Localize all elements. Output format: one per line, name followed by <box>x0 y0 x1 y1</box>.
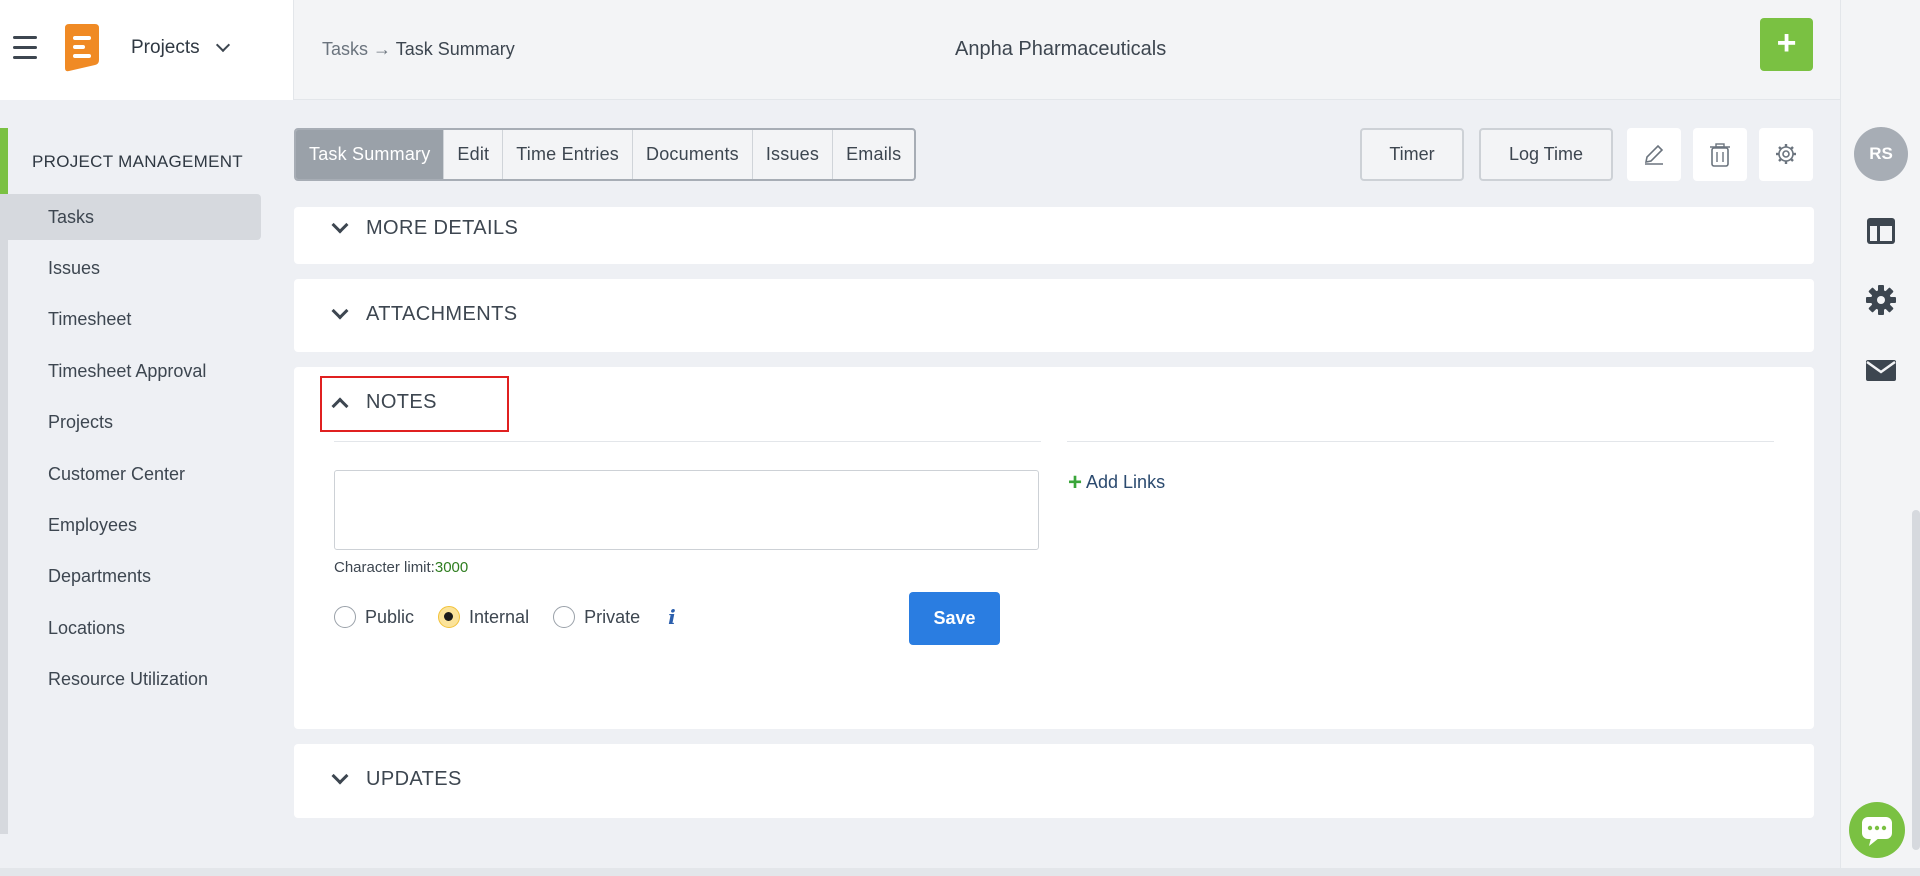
chevron-down-icon <box>331 767 349 785</box>
plus-icon: + <box>1068 468 1083 496</box>
more-details-header[interactable]: MORE DETAILS <box>331 216 519 240</box>
internal-radio[interactable] <box>438 606 461 628</box>
tab-emails[interactable]: Emails <box>833 130 914 179</box>
updates-header[interactable]: UPDATES <box>331 767 462 791</box>
settings-button[interactable] <box>1759 128 1813 181</box>
pencil-icon <box>1644 144 1664 165</box>
attachments-section: ATTACHMENTS <box>294 279 1814 352</box>
attachments-header[interactable]: ATTACHMENTS <box>331 302 518 326</box>
gear-icon[interactable] <box>1865 284 1897 316</box>
gear-outline-icon <box>1776 144 1796 164</box>
trash-icon <box>1710 143 1730 167</box>
notes-divider-right <box>1067 441 1774 442</box>
delete-button[interactable] <box>1693 128 1747 181</box>
public-radio[interactable] <box>334 606 356 628</box>
layout-icon[interactable] <box>1865 215 1897 247</box>
attachments-title: ATTACHMENTS <box>366 303 518 325</box>
more-details-title: MORE DETAILS <box>366 217 519 239</box>
project-switcher-label: Projects <box>131 37 200 58</box>
sidebar-item-employees[interactable]: Employees <box>8 502 261 548</box>
breadcrumb-current: Task Summary <box>395 39 515 59</box>
chevron-down-icon <box>331 302 349 320</box>
right-rail: RS <box>1840 0 1920 876</box>
info-icon[interactable]: i <box>668 605 676 629</box>
sidebar-item-customer-center[interactable]: Customer Center <box>8 451 261 497</box>
notes-textarea[interactable] <box>334 470 1039 550</box>
add-links-label: Add Links <box>1086 472 1166 492</box>
brand-area: Projects <box>0 0 294 100</box>
sidebar-item-projects[interactable]: Projects <box>8 399 261 445</box>
private-radio[interactable] <box>553 606 576 628</box>
notes-header-highlight <box>320 376 509 432</box>
tab-issues[interactable]: Issues <box>753 130 834 179</box>
hamburger-menu-icon[interactable] <box>13 36 37 62</box>
breadcrumb-arrow-icon: → <box>373 39 392 59</box>
updates-section: UPDATES <box>294 744 1814 818</box>
sidebar-item-departments[interactable]: Departments <box>8 553 261 599</box>
tab-time-entries[interactable]: Time Entries <box>503 130 634 179</box>
private-label: Private <box>584 606 641 627</box>
chevron-down-icon <box>215 37 230 53</box>
sidebar-item-locations[interactable]: Locations <box>8 605 261 651</box>
sidebar-item-resource-utilization[interactable]: Resource Utilization <box>8 656 261 702</box>
sidebar-heading[interactable]: PROJECT MANAGEMENT <box>32 152 243 172</box>
task-tabs: Task Summary Edit Time Entries Documents… <box>294 128 917 181</box>
timer-button[interactable]: Timer <box>1360 128 1464 181</box>
edit-button[interactable] <box>1627 128 1681 181</box>
chevron-down-icon <box>331 216 349 234</box>
sidebar-item-timesheet-approval[interactable]: Timesheet Approval <box>8 348 261 394</box>
chat-icon <box>1862 817 1892 846</box>
top-bar: Projects Tasks → Task Summary Anpha Phar… <box>0 0 1891 100</box>
project-switcher[interactable]: Projects <box>131 37 230 59</box>
updates-title: UPDATES <box>366 768 462 790</box>
add-links-link[interactable]: + Add Links <box>1068 468 1166 496</box>
breadcrumb: Tasks → Task Summary <box>322 39 515 60</box>
public-label: Public <box>365 606 415 627</box>
company-name: Anpha Pharmaceuticals <box>955 38 1167 60</box>
sidebar-track <box>0 194 8 834</box>
character-limit-value: 3000 <box>434 559 469 576</box>
log-time-button[interactable]: Log Time <box>1479 128 1613 181</box>
avatar[interactable]: RS <box>1854 127 1908 181</box>
app-logo <box>65 24 99 72</box>
character-limit-label: Character limit: <box>334 559 435 576</box>
breadcrumb-parent[interactable]: Tasks <box>322 39 368 59</box>
page-scrollbar[interactable] <box>1912 510 1920 850</box>
sidebar-item-tasks[interactable]: Tasks <box>8 194 261 240</box>
character-limit: Character limit:3000 <box>334 559 468 576</box>
tab-task-summary[interactable]: Task Summary <box>296 130 445 179</box>
sidebar-accent-bar <box>0 128 8 194</box>
tab-documents[interactable]: Documents <box>633 130 753 179</box>
notes-divider-left <box>334 441 1041 442</box>
add-new-button[interactable]: + <box>1760 18 1813 71</box>
mail-icon[interactable] <box>1865 354 1897 386</box>
tab-edit[interactable]: Edit <box>444 130 504 179</box>
visibility-options: Public Internal Private i <box>334 605 676 629</box>
internal-label: Internal <box>469 606 530 627</box>
more-details-section: MORE DETAILS <box>294 207 1814 264</box>
save-button[interactable]: Save <box>909 592 1000 645</box>
bottom-strip <box>0 868 1920 876</box>
sidebar-item-issues[interactable]: Issues <box>8 245 261 291</box>
sidebar-item-timesheet[interactable]: Timesheet <box>8 296 261 342</box>
chat-button[interactable] <box>1849 802 1905 858</box>
